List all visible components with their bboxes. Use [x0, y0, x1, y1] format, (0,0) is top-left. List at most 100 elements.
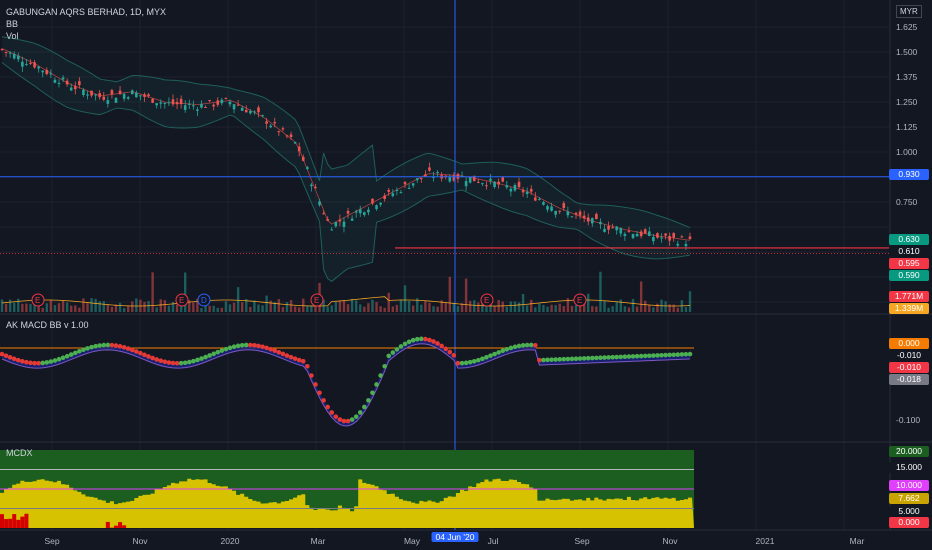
candle-body [102, 96, 106, 100]
mcdx-red-bar [20, 516, 25, 528]
macd-dot [170, 360, 176, 366]
macd-dot [227, 345, 233, 351]
volume-bar [212, 305, 215, 312]
macd-dot [68, 352, 74, 357]
macd-dot [121, 345, 127, 350]
macd-dot [569, 356, 575, 362]
volume-bar [607, 307, 610, 312]
volume-bar [13, 302, 16, 312]
macd-dot [129, 347, 135, 353]
volume-bar [118, 302, 122, 312]
volume-bar [668, 304, 671, 312]
macd-dot [60, 355, 66, 361]
volume-bar [473, 300, 476, 312]
volume-bar [623, 306, 627, 312]
volume-bar [509, 301, 513, 312]
candle-body [448, 177, 452, 182]
macd-dot [630, 354, 636, 359]
macd-dot [561, 356, 567, 362]
volume-bar [452, 303, 456, 312]
macd-dot [353, 414, 359, 419]
macd-dot [626, 354, 632, 359]
candle-body [534, 197, 537, 201]
macd-dot [520, 343, 526, 348]
macd-dot [516, 343, 522, 349]
macd-dot [610, 354, 615, 360]
macd-dot [77, 348, 82, 354]
event-marker-label[interactable]: D [201, 295, 207, 306]
macd-dot [374, 382, 379, 387]
macd-dot [463, 360, 469, 366]
macd-dot [93, 343, 98, 349]
volume-bar [155, 307, 158, 312]
candle-body [672, 233, 676, 238]
macd-dot [598, 355, 603, 361]
time-axis-tick: Jul [487, 536, 499, 546]
candle-body [395, 189, 399, 191]
macd-dot [545, 357, 550, 363]
macd-dot [581, 356, 587, 361]
macd-dot [329, 410, 335, 415]
macd-dot [81, 347, 86, 353]
macd-dot [28, 360, 33, 366]
candle-body [350, 218, 354, 221]
volume-bar [106, 304, 110, 312]
volume-bar [330, 305, 333, 312]
candle-body [179, 98, 183, 105]
mcdx-red-bar [122, 525, 127, 528]
event-marker-label[interactable]: E [179, 295, 184, 306]
chart-canvas[interactable] [0, 0, 932, 550]
candle-body [49, 73, 53, 75]
volume-bar [648, 304, 651, 312]
volume-bar [644, 300, 647, 312]
candle-body [306, 167, 309, 169]
macd-dot [439, 343, 444, 349]
macd-dot [325, 404, 330, 410]
candle-body [481, 183, 484, 185]
volume-bar [74, 305, 77, 312]
candle-body [582, 215, 586, 219]
macd-dot [239, 342, 245, 348]
macd-dot [565, 356, 571, 362]
candle-body [656, 233, 659, 238]
candle-body [525, 191, 529, 195]
macd-dot [52, 358, 58, 363]
candle-body [273, 122, 277, 124]
candle-body [497, 181, 500, 185]
candle-body [232, 104, 236, 110]
macd-dot [646, 353, 652, 359]
candle-body [261, 115, 264, 117]
event-marker-label[interactable]: E [314, 295, 319, 306]
macd-dot [138, 350, 143, 356]
candle-body [208, 100, 211, 102]
candle-body [574, 212, 578, 215]
candle-body [69, 87, 73, 91]
volume-bar [371, 299, 374, 312]
volume-bar [306, 305, 309, 312]
volume-bar [554, 305, 557, 312]
macd-dot [64, 353, 70, 359]
macd-dot [321, 398, 326, 403]
candle-body [652, 237, 655, 242]
macd-dot [313, 382, 318, 387]
candle-body [611, 227, 614, 229]
event-marker-label[interactable]: E [35, 295, 40, 306]
macd-dot [162, 359, 168, 365]
macd-dot [85, 346, 90, 351]
currency-label[interactable]: MYR [896, 5, 922, 18]
candle-body [12, 53, 16, 59]
candle-body [586, 217, 590, 222]
volume-bar [517, 302, 521, 312]
candle-body [86, 94, 89, 96]
macd-dot [642, 353, 648, 359]
event-marker-label[interactable]: E [484, 295, 489, 306]
macd-dot [97, 343, 103, 348]
macd-dot [195, 357, 200, 363]
bb-indicator-label[interactable]: BB [6, 19, 18, 30]
macd-dot [667, 352, 672, 358]
macd-dot [252, 342, 257, 348]
volume-bar [558, 303, 561, 312]
macd-dot [174, 360, 180, 366]
event-marker-label[interactable]: E [577, 295, 582, 306]
volume-indicator-label[interactable]: Vol [6, 31, 19, 42]
